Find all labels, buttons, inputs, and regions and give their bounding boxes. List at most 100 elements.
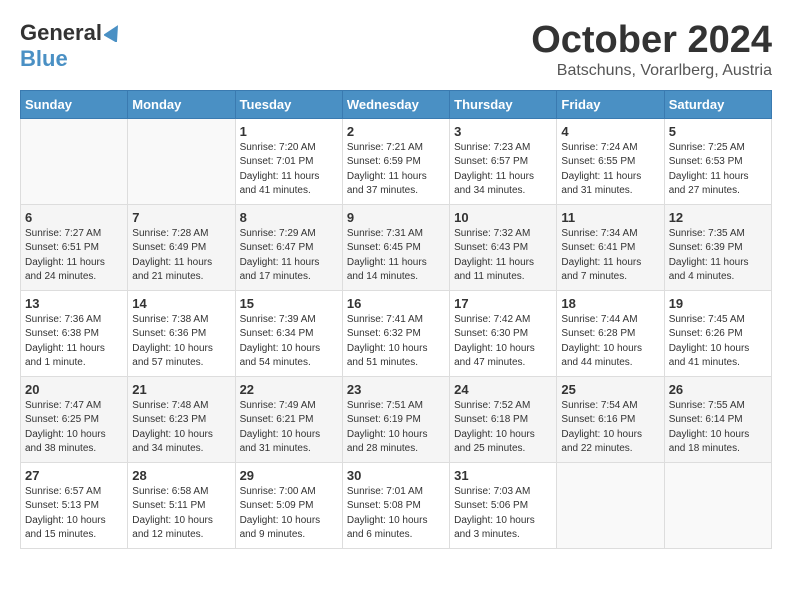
day-info: Sunrise: 7:21 AM Sunset: 6:59 PM Dayligh… <box>347 141 445 199</box>
calendar-cell: 9 Sunrise: 7:31 AM Sunset: 6:45 PM Daylig… <box>342 204 449 290</box>
header-thursday: Thursday <box>450 90 557 118</box>
calendar-cell: 21 Sunrise: 7:48 AM Sunset: 6:23 PM Dayli… <box>128 376 235 462</box>
calendar-week-row: 13Sunrise: 7:36 AM Sunset: 6:38 PM Dayli… <box>21 290 772 376</box>
day-info: Sunrise: 7:35 AM Sunset: 6:39 PM Dayligh… <box>669 227 767 285</box>
day-info: Sunrise: 7:38 AM Sunset: 6:36 PM Dayligh… <box>132 313 230 371</box>
day-number: 7 <box>132 210 230 225</box>
day-number: 28 <box>132 468 230 483</box>
calendar-cell: 27 Sunrise: 6:57 AM Sunset: 5:13 PM Dayli… <box>21 462 128 548</box>
day-info: Sunrise: 6:58 AM Sunset: 5:11 PM Dayligh… <box>132 485 230 543</box>
calendar-cell: 1Sunrise: 7:20 AM Sunset: 7:01 PM Daylig… <box>235 118 342 204</box>
calendar-cell: 13Sunrise: 7:36 AM Sunset: 6:38 PM Dayli… <box>21 290 128 376</box>
logo-general: General <box>20 20 102 46</box>
day-info: Sunrise: 6:57 AM Sunset: 5:13 PM Dayligh… <box>25 485 123 543</box>
day-info: Sunrise: 7:00 AM Sunset: 5:09 PM Dayligh… <box>240 485 338 543</box>
day-info: Sunrise: 7:41 AM Sunset: 6:32 PM Dayligh… <box>347 313 445 371</box>
calendar-cell: 3Sunrise: 7:23 AM Sunset: 6:57 PM Daylig… <box>450 118 557 204</box>
calendar-cell <box>664 462 771 548</box>
calendar-cell: 5 Sunrise: 7:25 AM Sunset: 6:53 PM Daylig… <box>664 118 771 204</box>
title-section: October 2024 Batschuns, Vorarlberg, Aust… <box>531 20 772 80</box>
calendar-cell: 6 Sunrise: 7:27 AM Sunset: 6:51 PM Daylig… <box>21 204 128 290</box>
day-number: 5 <box>669 124 767 139</box>
day-number: 8 <box>240 210 338 225</box>
calendar-cell: 18 Sunrise: 7:44 AM Sunset: 6:28 PM Dayli… <box>557 290 664 376</box>
logo: General Blue <box>20 20 124 72</box>
month-title: October 2024 <box>531 20 772 62</box>
calendar-week-row: 6 Sunrise: 7:27 AM Sunset: 6:51 PM Daylig… <box>21 204 772 290</box>
day-info: Sunrise: 7:25 AM Sunset: 6:53 PM Dayligh… <box>669 141 767 199</box>
day-number: 1 <box>240 124 338 139</box>
day-number: 21 <box>132 382 230 397</box>
day-info: Sunrise: 7:36 AM Sunset: 6:38 PM Dayligh… <box>25 313 123 371</box>
day-number: 26 <box>669 382 767 397</box>
day-number: 16 <box>347 296 445 311</box>
calendar-cell <box>21 118 128 204</box>
calendar-cell: 16 Sunrise: 7:41 AM Sunset: 6:32 PM Dayli… <box>342 290 449 376</box>
calendar-cell <box>557 462 664 548</box>
day-number: 15 <box>240 296 338 311</box>
calendar-cell: 22Sunrise: 7:49 AM Sunset: 6:21 PM Dayli… <box>235 376 342 462</box>
day-number: 6 <box>25 210 123 225</box>
calendar-cell: 17Sunrise: 7:42 AM Sunset: 6:30 PM Dayli… <box>450 290 557 376</box>
header-sunday: Sunday <box>21 90 128 118</box>
day-number: 4 <box>561 124 659 139</box>
calendar-cell: 29Sunrise: 7:00 AM Sunset: 5:09 PM Dayli… <box>235 462 342 548</box>
day-number: 9 <box>347 210 445 225</box>
calendar-cell <box>128 118 235 204</box>
day-number: 20 <box>25 382 123 397</box>
day-info: Sunrise: 7:23 AM Sunset: 6:57 PM Dayligh… <box>454 141 552 199</box>
header-saturday: Saturday <box>664 90 771 118</box>
calendar-cell: 8 Sunrise: 7:29 AM Sunset: 6:47 PM Daylig… <box>235 204 342 290</box>
day-number: 27 <box>25 468 123 483</box>
day-info: Sunrise: 7:47 AM Sunset: 6:25 PM Dayligh… <box>25 399 123 457</box>
calendar-week-row: 27 Sunrise: 6:57 AM Sunset: 5:13 PM Dayli… <box>21 462 772 548</box>
calendar-cell: 31Sunrise: 7:03 AM Sunset: 5:06 PM Dayli… <box>450 462 557 548</box>
day-number: 2 <box>347 124 445 139</box>
calendar-header-row: Sunday Monday Tuesday Wednesday Thursday… <box>21 90 772 118</box>
calendar-cell: 23 Sunrise: 7:51 AM Sunset: 6:19 PM Dayli… <box>342 376 449 462</box>
day-info: Sunrise: 7:31 AM Sunset: 6:45 PM Dayligh… <box>347 227 445 285</box>
calendar-cell: 24 Sunrise: 7:52 AM Sunset: 6:18 PM Dayli… <box>450 376 557 462</box>
calendar-cell: 11 Sunrise: 7:34 AM Sunset: 6:41 PM Dayli… <box>557 204 664 290</box>
day-info: Sunrise: 7:51 AM Sunset: 6:19 PM Dayligh… <box>347 399 445 457</box>
calendar-cell: 14 Sunrise: 7:38 AM Sunset: 6:36 PM Dayli… <box>128 290 235 376</box>
day-number: 19 <box>669 296 767 311</box>
day-number: 18 <box>561 296 659 311</box>
calendar-cell: 7 Sunrise: 7:28 AM Sunset: 6:49 PM Daylig… <box>128 204 235 290</box>
calendar-cell: 28 Sunrise: 6:58 AM Sunset: 5:11 PM Dayli… <box>128 462 235 548</box>
day-info: Sunrise: 7:28 AM Sunset: 6:49 PM Dayligh… <box>132 227 230 285</box>
day-number: 23 <box>347 382 445 397</box>
calendar-cell: 20 Sunrise: 7:47 AM Sunset: 6:25 PM Dayli… <box>21 376 128 462</box>
calendar-cell: 25 Sunrise: 7:54 AM Sunset: 6:16 PM Dayli… <box>557 376 664 462</box>
day-number: 25 <box>561 382 659 397</box>
logo-icon <box>104 22 124 42</box>
calendar-cell: 4Sunrise: 7:24 AM Sunset: 6:55 PM Daylig… <box>557 118 664 204</box>
header-friday: Friday <box>557 90 664 118</box>
day-info: Sunrise: 7:44 AM Sunset: 6:28 PM Dayligh… <box>561 313 659 371</box>
day-info: Sunrise: 7:55 AM Sunset: 6:14 PM Dayligh… <box>669 399 767 457</box>
day-info: Sunrise: 7:03 AM Sunset: 5:06 PM Dayligh… <box>454 485 552 543</box>
day-number: 14 <box>132 296 230 311</box>
day-info: Sunrise: 7:34 AM Sunset: 6:41 PM Dayligh… <box>561 227 659 285</box>
calendar-cell: 15 Sunrise: 7:39 AM Sunset: 6:34 PM Dayli… <box>235 290 342 376</box>
calendar-cell: 10Sunrise: 7:32 AM Sunset: 6:43 PM Dayli… <box>450 204 557 290</box>
day-info: Sunrise: 7:52 AM Sunset: 6:18 PM Dayligh… <box>454 399 552 457</box>
day-info: Sunrise: 7:32 AM Sunset: 6:43 PM Dayligh… <box>454 227 552 285</box>
day-info: Sunrise: 7:54 AM Sunset: 6:16 PM Dayligh… <box>561 399 659 457</box>
calendar-cell: 30 Sunrise: 7:01 AM Sunset: 5:08 PM Dayli… <box>342 462 449 548</box>
day-info: Sunrise: 7:48 AM Sunset: 6:23 PM Dayligh… <box>132 399 230 457</box>
header-monday: Monday <box>128 90 235 118</box>
day-number: 11 <box>561 210 659 225</box>
day-number: 22 <box>240 382 338 397</box>
day-info: Sunrise: 7:27 AM Sunset: 6:51 PM Dayligh… <box>25 227 123 285</box>
day-number: 30 <box>347 468 445 483</box>
header: General Blue October 2024 Batschuns, Vor… <box>20 20 772 80</box>
day-info: Sunrise: 7:01 AM Sunset: 5:08 PM Dayligh… <box>347 485 445 543</box>
location-title: Batschuns, Vorarlberg, Austria <box>531 62 772 80</box>
day-info: Sunrise: 7:29 AM Sunset: 6:47 PM Dayligh… <box>240 227 338 285</box>
day-number: 17 <box>454 296 552 311</box>
header-wednesday: Wednesday <box>342 90 449 118</box>
day-info: Sunrise: 7:39 AM Sunset: 6:34 PM Dayligh… <box>240 313 338 371</box>
calendar-cell: 26 Sunrise: 7:55 AM Sunset: 6:14 PM Dayli… <box>664 376 771 462</box>
day-number: 24 <box>454 382 552 397</box>
